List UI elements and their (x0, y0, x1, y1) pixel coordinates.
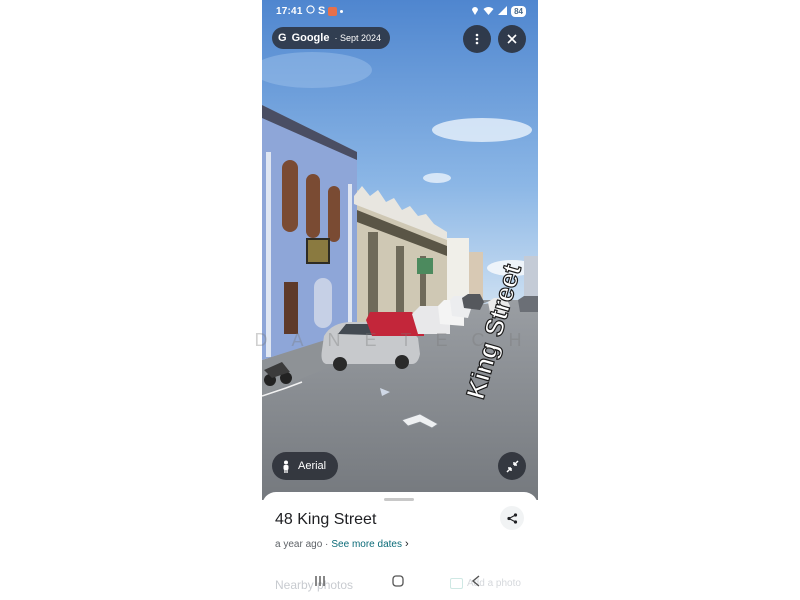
imagery-age: a year ago · (275, 538, 329, 550)
location-icon (471, 5, 479, 18)
more-vert-icon (475, 33, 479, 45)
google-g-icon: G (278, 32, 287, 44)
place-title: 48 King Street (275, 511, 377, 528)
imagery-source-chip[interactable]: G Google · Sept 2024 (272, 27, 390, 49)
status-right-icons: 84 (471, 5, 526, 18)
imagery-brand: Google (291, 32, 330, 44)
see-more-dates-link[interactable]: See more dates (331, 539, 402, 550)
status-time: 17:41 (276, 6, 303, 17)
whatsapp-icon (306, 5, 315, 17)
more-options-button[interactable] (463, 25, 491, 53)
dot-icon (340, 9, 344, 13)
street-scene-image (262, 0, 538, 500)
share-button[interactable] (500, 506, 524, 530)
back-icon[interactable] (471, 574, 480, 590)
wifi-icon (483, 6, 494, 18)
home-icon[interactable] (392, 574, 404, 590)
share-icon (506, 512, 517, 524)
sheet-drag-handle[interactable] (384, 498, 414, 501)
collapse-view-button[interactable] (498, 452, 526, 480)
aerial-label: Aerial (298, 460, 327, 472)
chevron-right-icon: › (404, 538, 409, 550)
aerial-view-button[interactable]: Aerial (272, 452, 339, 480)
recent-apps-icon[interactable] (314, 574, 326, 590)
status-bar: 17:41 S 84 (262, 0, 538, 24)
imagery-date: · Sept 2024 (334, 33, 381, 43)
close-button[interactable] (498, 25, 526, 53)
street-view-panorama[interactable]: King Street 17:41 S 84 G Google · Sept 2… (262, 0, 538, 500)
phone-screen: King Street 17:41 S 84 G Google · Sept 2… (262, 0, 538, 600)
status-app-icons: S (306, 5, 344, 17)
pegman-icon (283, 460, 289, 473)
notification-icon (328, 6, 338, 16)
battery-indicator: 84 (511, 6, 526, 17)
collapse-icon (505, 459, 519, 473)
imagery-age-row: a year ago · See more dates › (275, 538, 409, 550)
system-navigation-bar (262, 574, 538, 596)
close-icon (507, 34, 517, 44)
app-glyph: S (318, 5, 326, 17)
signal-icon (498, 5, 508, 18)
